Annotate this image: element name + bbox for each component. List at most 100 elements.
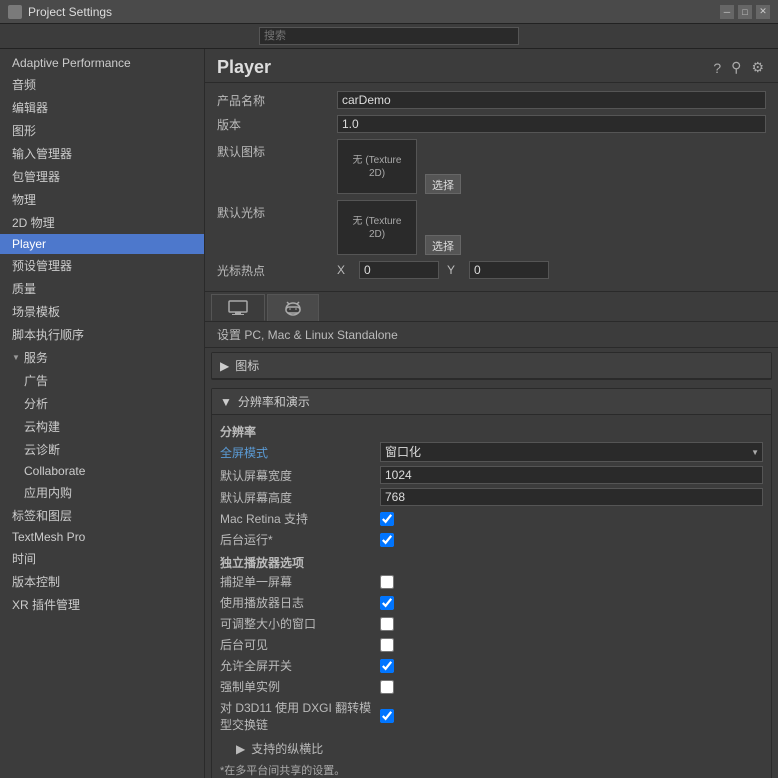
- use-player-log-label: 使用播放器日志: [220, 594, 380, 611]
- player-title: Player: [217, 57, 271, 78]
- minimize-button[interactable]: ─: [720, 5, 734, 19]
- sidebar-item-package-manager[interactable]: 包管理器: [0, 165, 204, 188]
- capture-single-screen-checkbox[interactable]: [380, 575, 394, 589]
- use-player-log-row: 使用播放器日志: [220, 594, 763, 611]
- aspect-ratio-triangle: ▶: [236, 742, 245, 756]
- supported-aspect-ratio-row[interactable]: ▶ 支持的纵横比: [220, 737, 763, 760]
- section-icon-triangle: ▶: [220, 359, 229, 373]
- run-in-background-checkbox[interactable]: [380, 533, 394, 547]
- sidebar-item-adaptive-performance[interactable]: Adaptive Performance: [0, 53, 204, 73]
- mac-retina-checkbox[interactable]: [380, 512, 394, 526]
- hotspot-y-input[interactable]: [469, 261, 549, 279]
- window-icon: [8, 5, 22, 19]
- platform-tab-pc[interactable]: [211, 294, 265, 321]
- sidebar-item-player[interactable]: Player: [0, 234, 204, 254]
- sidebar-item-cloud-diagnostics[interactable]: 云诊断: [0, 438, 204, 461]
- sidebar-item-services[interactable]: ▼ 服务: [0, 346, 204, 369]
- product-name-row: 产品名称: [217, 91, 766, 109]
- sidebar-item-cloud-build[interactable]: 云构建: [0, 415, 204, 438]
- search-bar: [0, 24, 778, 49]
- resizable-window-label: 可调整大小的窗口: [220, 615, 380, 632]
- allow-fullscreen-checkbox[interactable]: [380, 659, 394, 673]
- android-icon: [284, 299, 302, 317]
- hotspot-x-input[interactable]: [359, 261, 439, 279]
- d3d11-flip-model-label: 对 D3D11 使用 DXGI 翻转模型交换链: [220, 699, 380, 733]
- hotspot-x-label: X: [337, 263, 357, 277]
- fullscreen-mode-label: 全屏模式: [220, 444, 380, 461]
- fullscreen-mode-row: 全屏模式 窗口化 独占全屏 全屏窗口 最大化窗口: [220, 442, 763, 462]
- resizable-window-checkbox[interactable]: [380, 617, 394, 631]
- screen-width-row: 默认屏幕宽度: [220, 466, 763, 484]
- product-name-input[interactable]: [337, 91, 766, 109]
- sidebar-item-xr-plugin[interactable]: XR 插件管理: [0, 593, 204, 616]
- visible-in-background-checkbox[interactable]: [380, 638, 394, 652]
- default-cursor-box-area: 无 (Texture2D) 选择: [337, 200, 766, 255]
- default-icon-preview: 无 (Texture2D): [337, 139, 417, 194]
- screen-width-input[interactable]: [380, 466, 763, 484]
- default-cursor-row: 默认光标 无 (Texture2D) 选择: [217, 200, 766, 255]
- sidebar-item-graphics[interactable]: 图形: [0, 119, 204, 142]
- sidebar-item-textmesh-pro[interactable]: TextMesh Pro: [0, 527, 204, 547]
- use-player-log-checkbox[interactable]: [380, 596, 394, 610]
- settings-gear-icon-button[interactable]: ⚙: [749, 57, 766, 78]
- capture-single-screen-label: 捕捉单一屏幕: [220, 573, 380, 590]
- platform-tabs: [205, 291, 778, 322]
- d3d11-flip-model-row: 对 D3D11 使用 DXGI 翻转模型交换链: [220, 699, 763, 733]
- sidebar-item-scene-template[interactable]: 场景模板: [0, 300, 204, 323]
- platform-tab-android[interactable]: [267, 294, 319, 321]
- visible-in-background-label: 后台可见: [220, 636, 380, 653]
- default-cursor-select-button[interactable]: 选择: [425, 235, 461, 255]
- help-icon-button[interactable]: ?: [711, 57, 723, 78]
- hotspot-y-label: Y: [447, 263, 467, 277]
- sidebar-item-collaborate[interactable]: Collaborate: [0, 461, 204, 481]
- sidebar-item-preset-manager[interactable]: 预设管理器: [0, 254, 204, 277]
- default-icon-select-button[interactable]: 选择: [425, 174, 461, 194]
- pin-icon-button[interactable]: ⚲: [729, 57, 743, 78]
- force-single-instance-label: 强制单实例: [220, 678, 380, 695]
- sidebar-item-version-control[interactable]: 版本控制: [0, 570, 204, 593]
- monitor-icon: [228, 300, 248, 316]
- fullscreen-mode-select-wrap: 窗口化 独占全屏 全屏窗口 最大化窗口: [380, 442, 763, 462]
- sidebar-item-physics[interactable]: 物理: [0, 188, 204, 211]
- screen-height-label: 默认屏幕高度: [220, 489, 380, 506]
- player-header: Player ? ⚲ ⚙: [205, 49, 778, 83]
- d3d11-flip-model-checkbox[interactable]: [380, 709, 394, 723]
- cursor-hotspot-label: 光标热点: [217, 262, 337, 279]
- close-button[interactable]: ✕: [756, 5, 770, 19]
- window-title: Project Settings: [28, 5, 112, 19]
- fullscreen-mode-select[interactable]: 窗口化 独占全屏 全屏窗口 最大化窗口: [380, 442, 763, 462]
- sidebar-item-quality[interactable]: 质量: [0, 277, 204, 300]
- cursor-hotspot-row: 光标热点 X Y: [217, 261, 766, 279]
- section-resolution-header[interactable]: ▼ 分辨率和演示: [212, 389, 771, 415]
- section-icon-header[interactable]: ▶ 图标: [212, 353, 771, 379]
- section-resolution-body: 分辨率 全屏模式 窗口化 独占全屏 全屏窗口 最大化窗口: [212, 415, 771, 778]
- sidebar-item-audio[interactable]: 音频: [0, 73, 204, 96]
- sidebar-item-analytics[interactable]: 分析: [0, 392, 204, 415]
- sidebar-item-physics-2d[interactable]: 2D 物理: [0, 211, 204, 234]
- version-label: 版本: [217, 116, 337, 133]
- default-cursor-preview: 无 (Texture2D): [337, 200, 417, 255]
- version-row: 版本: [217, 115, 766, 133]
- mac-retina-checkbox-wrap: [380, 512, 394, 526]
- version-input[interactable]: [337, 115, 766, 133]
- sidebar-item-script-order[interactable]: 脚本执行顺序: [0, 323, 204, 346]
- screen-width-label: 默认屏幕宽度: [220, 467, 380, 484]
- sidebar-item-input-manager[interactable]: 输入管理器: [0, 142, 204, 165]
- maximize-button[interactable]: □: [738, 5, 752, 19]
- force-single-instance-checkbox[interactable]: [380, 680, 394, 694]
- sidebar-item-tags-layers[interactable]: 标签和图层: [0, 504, 204, 527]
- screen-height-input[interactable]: [380, 488, 763, 506]
- player-form: 产品名称 版本 默认图标 无 (Texture2D) 选择 默认光标: [205, 83, 778, 291]
- sidebar-item-editor[interactable]: 编辑器: [0, 96, 204, 119]
- sidebar-item-in-app-purchase[interactable]: 应用内购: [0, 481, 204, 504]
- force-single-instance-wrap: [380, 680, 394, 694]
- resizable-window-row: 可调整大小的窗口: [220, 615, 763, 632]
- content-area: Player ? ⚲ ⚙ 产品名称 版本 默认图标 无 (: [205, 49, 778, 778]
- sidebar-item-ads[interactable]: 广告: [0, 369, 204, 392]
- default-icon-text: 无 (Texture2D): [353, 154, 402, 180]
- allow-fullscreen-wrap: [380, 659, 394, 673]
- sidebar-item-time[interactable]: 时间: [0, 547, 204, 570]
- default-cursor-label: 默认光标: [217, 200, 337, 221]
- aspect-ratio-label: 支持的纵横比: [251, 740, 323, 757]
- search-input[interactable]: [259, 27, 519, 45]
